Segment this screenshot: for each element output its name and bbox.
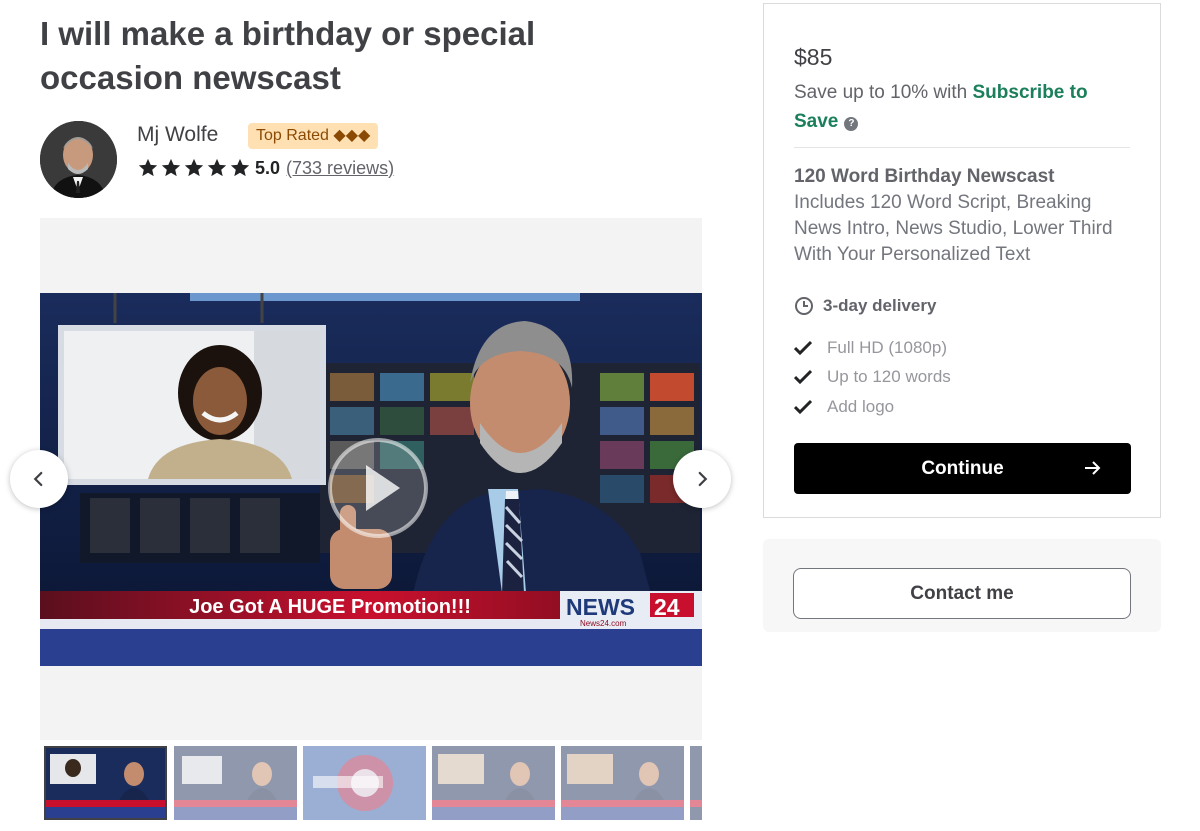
video-player[interactable]: Joe Got A HUGE Promotion!!! NEWS 24 News… [40,293,702,666]
feature-label: Full HD (1080p) [827,337,947,357]
gallery-next-button[interactable] [673,450,731,508]
star-icon [184,158,204,177]
thumbnail[interactable] [44,746,167,820]
seller-overview: Mj Wolfe Top Rated ◆◆◆ 5.0 (733 reviews) [40,121,700,199]
star-rating [137,157,251,179]
package-description: Includes 120 Word Script, Breaking News … [794,192,1113,265]
subscribe-prefix: Save up to 10% with [794,82,973,103]
delivery-info: 3-day delivery [794,296,936,316]
thumbnail[interactable] [561,746,684,820]
lower-third-text: Joe Got A HUGE Promotion!!! [189,596,471,618]
checkmark-icon [794,399,812,414]
thumbnail[interactable] [303,746,426,820]
thumbnail[interactable] [690,746,702,820]
package-card: $85 Save up to 10% with Subscribe to Sav… [763,3,1161,518]
news-logo: NEWS [566,594,635,620]
contact-section: Contact me [763,539,1161,632]
gallery-prev-button[interactable] [10,450,68,508]
package-price: $85 [794,44,833,70]
subscribe-text: Save up to 10% with Subscribe to Save? [794,78,1134,136]
clock-icon [795,297,813,315]
thumbnail[interactable] [432,746,555,820]
arrow-right-icon [1085,461,1101,475]
rating-row: 5.0 (733 reviews) [137,157,394,179]
feature-item: Up to 120 words [794,363,951,393]
feature-item: Full HD (1080p) [794,333,951,363]
chevron-right-icon [698,471,708,487]
rating-value: 5.0 [255,157,281,178]
contact-me-button[interactable]: Contact me [793,568,1131,619]
feature-label: Add logo [827,396,895,416]
checkmark-icon [794,340,812,355]
thumbnail[interactable] [174,746,297,820]
star-icon [207,158,227,177]
divider [794,147,1130,148]
star-icon [230,158,250,177]
star-icon [161,158,181,177]
continue-button[interactable]: Continue [794,443,1131,494]
continue-label: Continue [921,457,1004,479]
news-logo-url: News24.com [580,619,627,628]
feature-list: Full HD (1080p) Up to 120 words Add logo [794,333,951,422]
feature-item: Add logo [794,392,951,422]
news-logo-number: 24 [654,594,680,620]
feature-label: Up to 120 words [827,367,951,387]
top-rated-badge: Top Rated ◆◆◆ [248,123,379,149]
thumbnail-strip [44,746,702,822]
question-circle-icon[interactable]: ? [844,117,859,131]
seller-avatar[interactable] [40,121,117,198]
package-name: 120 Word Birthday Newscast [794,166,1055,187]
gig-title: I will make a birthday or special occasi… [40,15,536,96]
reviews-link[interactable]: (733 reviews) [286,158,394,179]
checkmark-icon [794,370,812,385]
chevron-left-icon [33,471,43,487]
delivery-text: 3-day delivery [823,296,937,315]
seller-name[interactable]: Mj Wolfe [137,123,218,147]
star-icon [138,158,158,177]
